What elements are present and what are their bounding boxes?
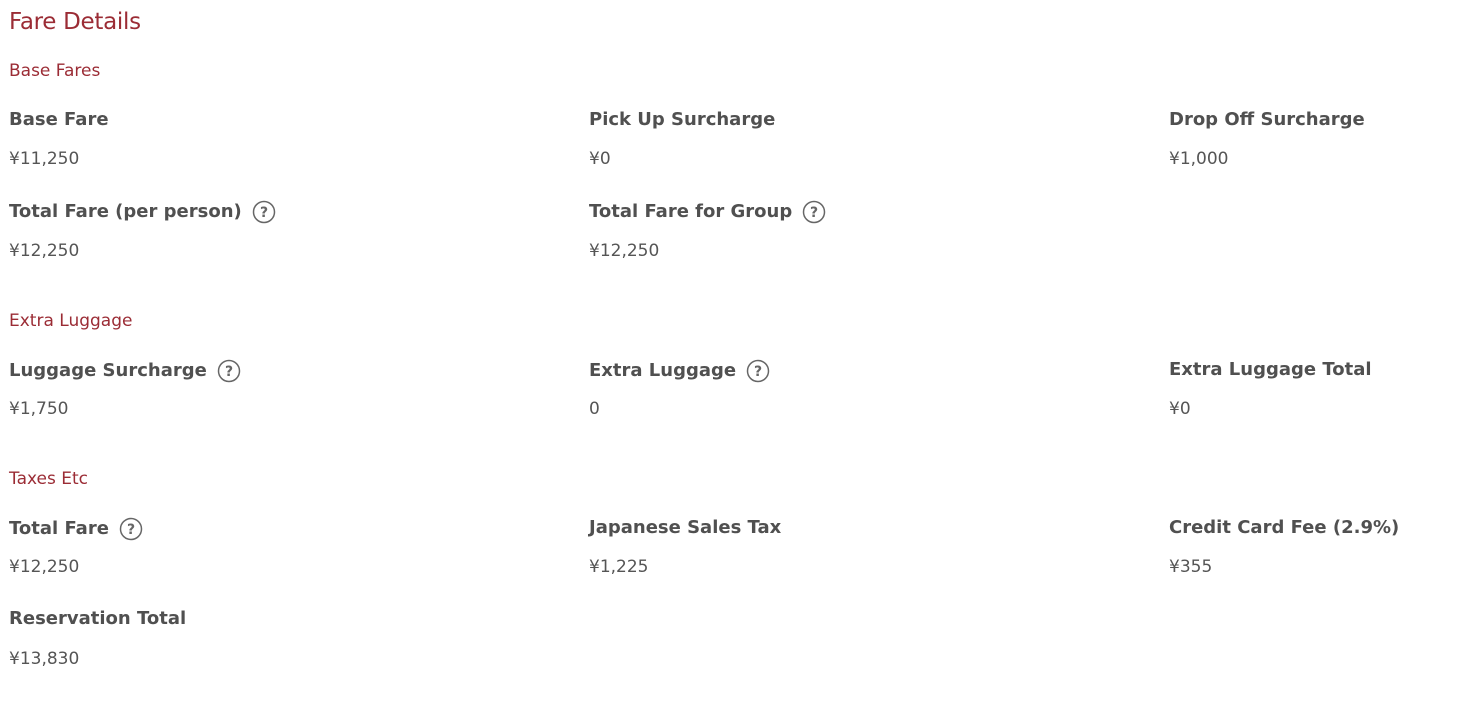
sales-tax-label: Japanese Sales Tax (589, 517, 782, 538)
section-title-base-fares: Base Fares (9, 61, 101, 81)
extra-luggage-total-label: Extra Luggage Total (1169, 359, 1372, 380)
total-fare-per-person-label: Total Fare (per person) ? (9, 200, 275, 224)
total-fare-per-person-value: ¥12,250 (9, 241, 80, 261)
credit-card-fee-value: ¥355 (1169, 557, 1213, 577)
credit-card-fee-label: Credit Card Fee (2.9%) (1169, 517, 1400, 538)
question-circle-icon[interactable]: ? (119, 517, 143, 541)
luggage-surcharge-value: ¥1,750 (9, 399, 69, 419)
page-title: Fare Details (9, 9, 141, 35)
question-circle-icon[interactable]: ? (746, 359, 770, 383)
question-circle-icon[interactable]: ? (802, 200, 826, 224)
reservation-total-label: Reservation Total (9, 608, 187, 629)
luggage-surcharge-label: Luggage Surcharge ? (9, 359, 241, 383)
extra-luggage-total-value: ¥0 (1169, 399, 1191, 419)
question-circle-icon[interactable]: ? (252, 200, 275, 224)
total-fare-group-label: Total Fare for Group ? (589, 200, 826, 224)
extra-luggage-label: Extra Luggage ? (589, 359, 770, 383)
question-circle-icon[interactable]: ? (217, 359, 241, 383)
svg-text:?: ? (754, 364, 762, 380)
section-title-taxes: Taxes Etc (9, 469, 88, 489)
svg-text:?: ? (127, 522, 135, 538)
pickup-surcharge-label: Pick Up Surcharge (589, 109, 776, 130)
sales-tax-value: ¥1,225 (589, 557, 649, 577)
extra-luggage-value: 0 (589, 399, 600, 419)
dropoff-surcharge-label: Drop Off Surcharge (1169, 109, 1365, 130)
svg-text:?: ? (810, 205, 818, 221)
svg-text:?: ? (260, 205, 268, 221)
dropoff-surcharge-value: ¥1,000 (1169, 149, 1229, 169)
taxes-total-fare-label: Total Fare ? (9, 517, 143, 541)
total-fare-group-value: ¥12,250 (589, 241, 660, 261)
reservation-total-value: ¥13,830 (9, 649, 80, 669)
fare-details-page: { "title": "Fare Details", "sections": {… (0, 0, 1474, 705)
base-fare-value: ¥11,250 (9, 149, 80, 169)
taxes-total-fare-value: ¥12,250 (9, 557, 80, 577)
svg-text:?: ? (225, 364, 233, 380)
section-title-extra-luggage: Extra Luggage (9, 311, 133, 331)
base-fare-label: Base Fare (9, 109, 109, 130)
pickup-surcharge-value: ¥0 (589, 149, 611, 169)
